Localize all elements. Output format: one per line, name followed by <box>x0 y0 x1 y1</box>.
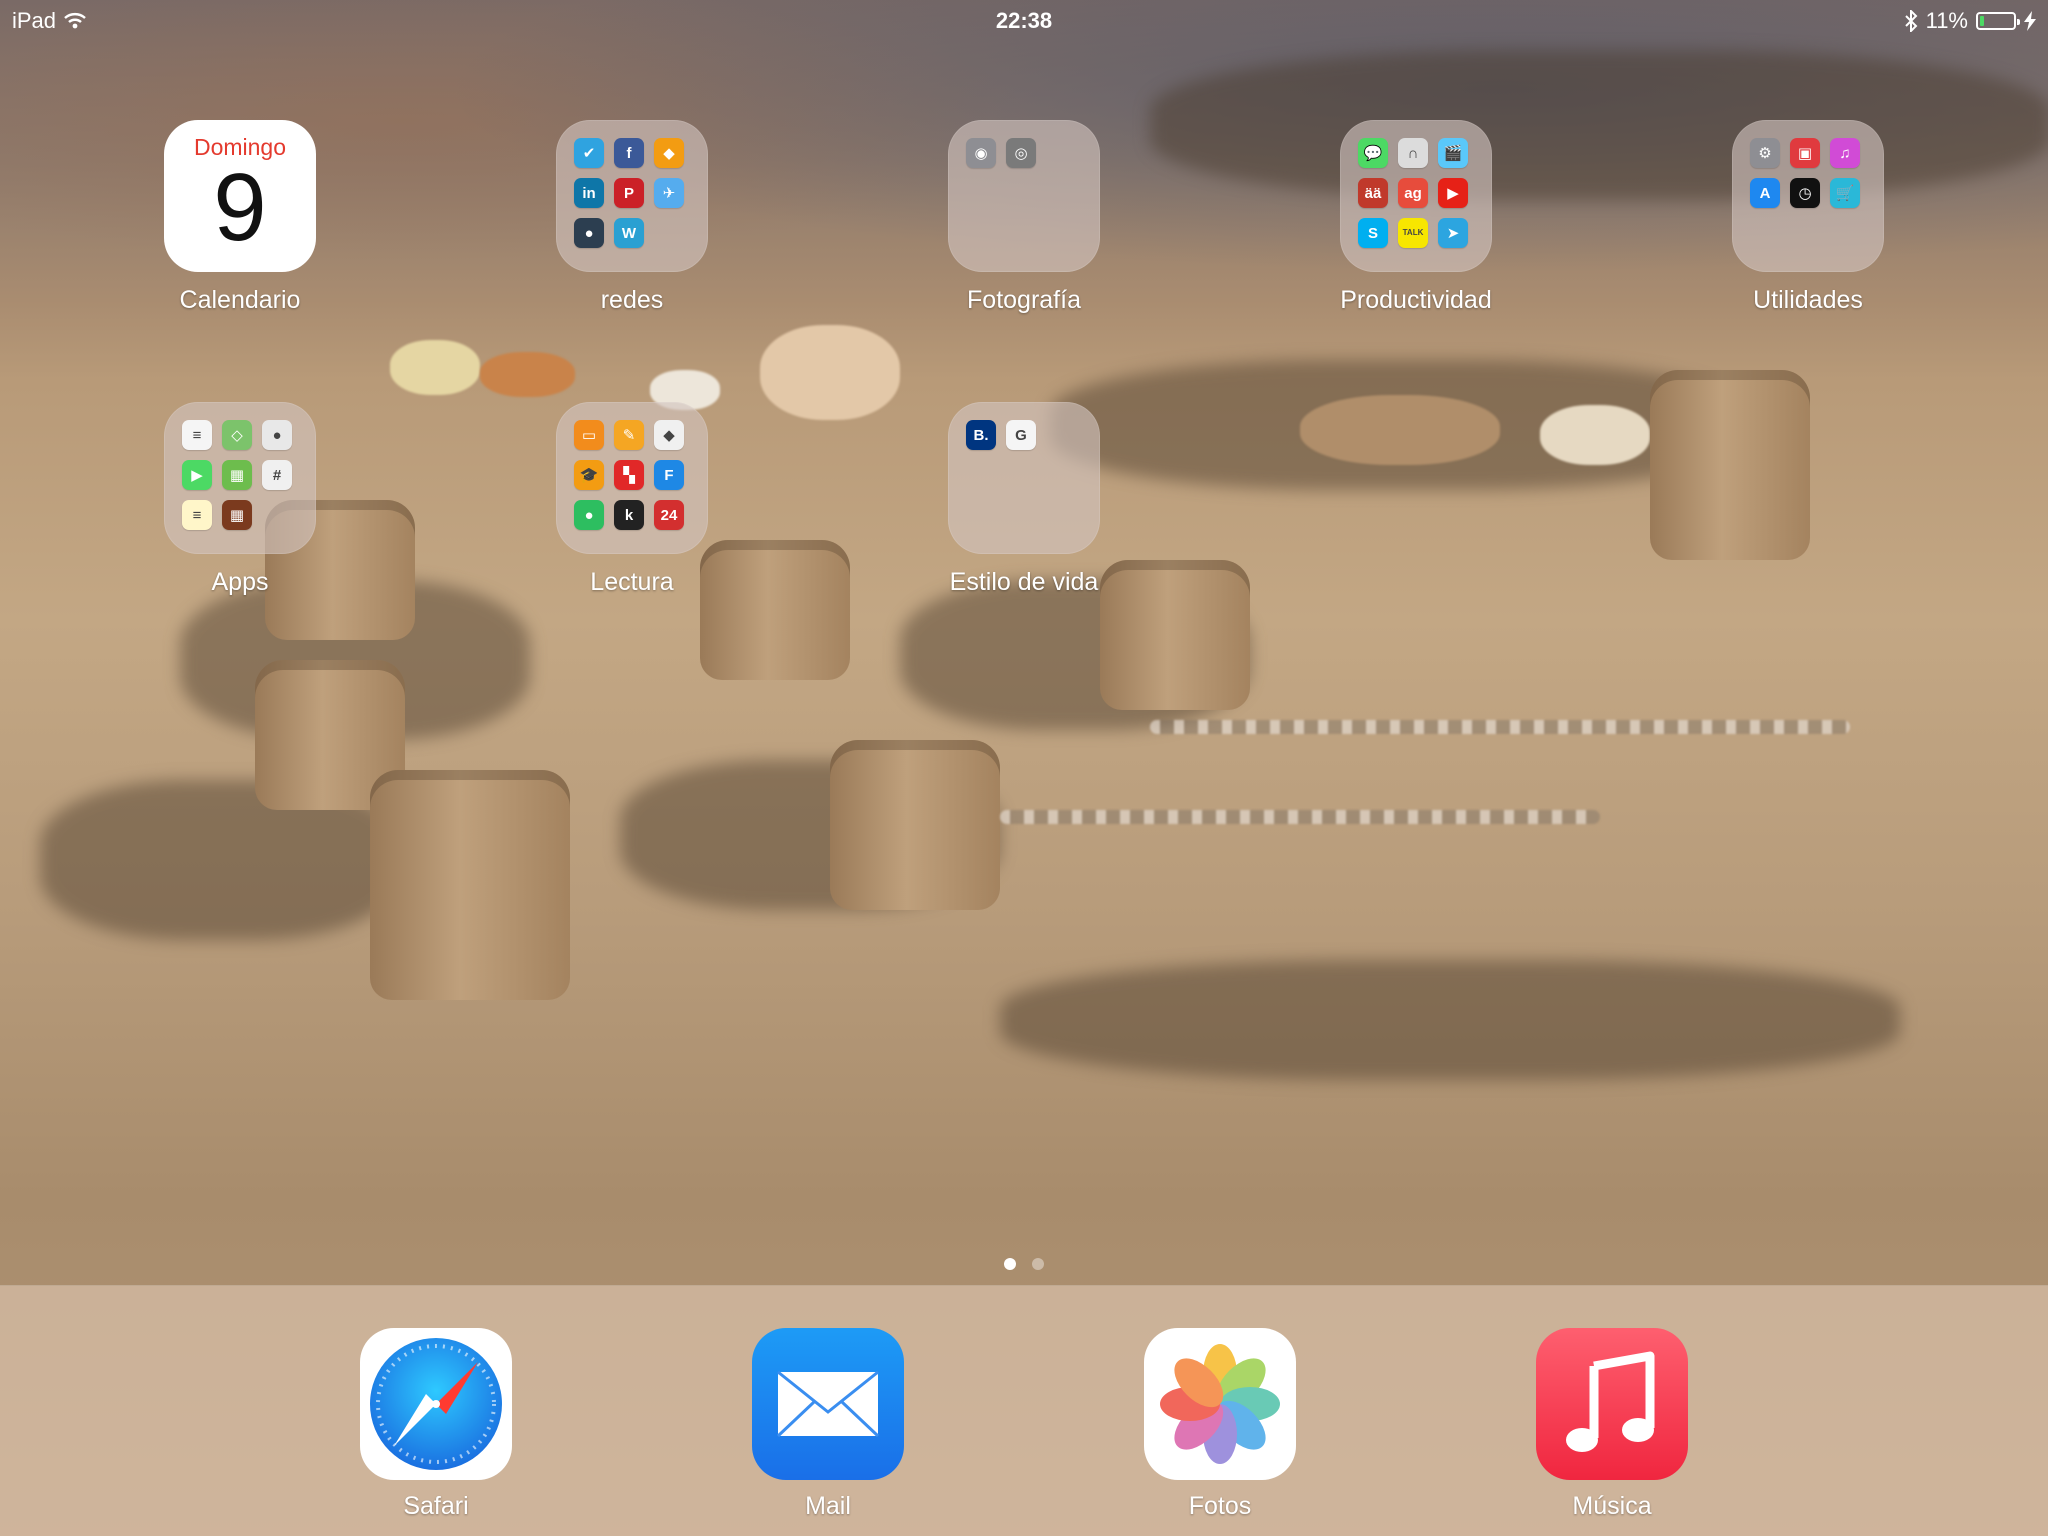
mail-app[interactable]: Mail <box>752 1328 904 1521</box>
folder-estilo-de-vida-icon[interactable]: B. G <box>948 402 1100 554</box>
messages-icon: 💬 <box>1358 138 1388 168</box>
safari-icon[interactable] <box>360 1328 512 1480</box>
kindle-icon: k <box>614 500 644 530</box>
flipboard-icon: ▚ <box>614 460 644 490</box>
keyboard-app-icon: ää <box>1358 178 1388 208</box>
tasks-app-icon: ✔ <box>574 138 604 168</box>
skype-icon: S <box>1358 218 1388 248</box>
folder-redes-icon[interactable]: ✔ f ◆ in P ✈ ● W <box>556 120 708 272</box>
mail-label: Mail <box>805 1492 851 1520</box>
clock-time: 22:38 <box>995 8 1053 33</box>
page-indicator[interactable] <box>0 1258 2048 1270</box>
safari-app[interactable]: Safari <box>360 1328 512 1521</box>
photo-booth-icon: ◎ <box>1006 138 1036 168</box>
folder-redes[interactable]: ✔ f ◆ in P ✈ ● W redes <box>556 120 708 315</box>
youtube-icon: ▶ <box>1438 178 1468 208</box>
photo-collage-icon: ▦ <box>222 500 252 530</box>
f-app-icon: F <box>654 460 684 490</box>
g-app-icon: G <box>1006 420 1036 450</box>
ibooks-icon: ▭ <box>574 420 604 450</box>
folder-lectura-label: Lectura <box>590 568 674 596</box>
notes-icon: ≡ <box>182 500 212 530</box>
itunes-store-icon: ♫ <box>1830 138 1860 168</box>
mail-icon[interactable] <box>752 1328 904 1480</box>
itunes-u-icon: 🎓 <box>574 460 604 490</box>
folder-productividad-icon[interactable]: 💬 ∩ 🎬 ää ag ▶ S TALK ➤ <box>1340 120 1492 272</box>
camera-icon: ◉ <box>966 138 996 168</box>
battery-icon <box>1976 12 2020 30</box>
orange-app-icon: ◆ <box>654 138 684 168</box>
folder-utilidades[interactable]: ⚙ ▣ ♫ A ◷ 🛒 Utilidades <box>1732 120 1884 315</box>
kakaotalk-icon: TALK <box>1398 218 1428 248</box>
charging-bolt-icon <box>2024 11 2036 31</box>
shopping-cart-icon: 🛒 <box>1830 178 1860 208</box>
folder-redes-label: redes <box>600 286 664 314</box>
fotos-label: Fotos <box>1188 1492 1252 1520</box>
pinterest-icon: P <box>614 178 644 208</box>
maps-icon: ◇ <box>222 420 252 450</box>
folder-lectura[interactable]: ▭ ✎ ◆ 🎓 ▚ F ● k 24 Lectura <box>556 402 708 597</box>
calendar-label: Calendario <box>179 286 301 314</box>
folder-estilo-de-vida[interactable]: B. G Estilo de vida <box>948 402 1100 597</box>
folder-utilidades-icon[interactable]: ⚙ ▣ ♫ A ◷ 🛒 <box>1732 120 1884 272</box>
pages-icon: ✎ <box>614 420 644 450</box>
feedly-icon: ◆ <box>654 420 684 450</box>
folder-fotografia-icon[interactable]: ◉ ◎ <box>948 120 1100 272</box>
battery-level-fill <box>1980 16 1984 26</box>
battery-percentage: 11% <box>1925 8 1968 33</box>
fotos-app[interactable]: Fotos <box>1144 1328 1296 1521</box>
app-store-icon: A <box>1750 178 1780 208</box>
clock-icon: ◷ <box>1790 178 1820 208</box>
safari-label: Safari <box>403 1492 469 1520</box>
calendar-icon[interactable]: Domingo 9 <box>164 120 316 272</box>
facetime-icon: ▶ <box>182 460 212 490</box>
calendar-day-number: 9 <box>213 154 267 261</box>
reminders-icon: ≡ <box>182 420 212 450</box>
bluetooth-icon <box>1904 10 1918 32</box>
wordpress-icon: W <box>614 218 644 248</box>
photos-app-icon: ▦ <box>222 460 252 490</box>
telegram-icon: ➤ <box>1438 218 1468 248</box>
folder-apps[interactable]: ≡ ◇ ● ▶ ▦ # ≡ ▦ Apps <box>164 402 316 597</box>
folder-utilidades-label: Utilidades <box>1753 286 1863 314</box>
settings-icon: ⚙ <box>1750 138 1780 168</box>
folder-estilo-de-vida-label: Estilo de vida <box>949 568 1099 596</box>
folder-apps-label: Apps <box>211 568 269 596</box>
musica-label: Música <box>1572 1492 1652 1520</box>
news-24-icon: 24 <box>654 500 684 530</box>
photos-icon[interactable] <box>1144 1328 1296 1480</box>
calendar-app[interactable]: Domingo 9 Calendario <box>164 120 316 315</box>
dock: Safari Mail Fotos Música <box>0 1286 2048 1536</box>
redes-2014-icon: # <box>262 460 292 490</box>
folder-apps-icon[interactable]: ≡ ◇ ● ▶ ▦ # ≡ ▦ <box>164 402 316 554</box>
folder-fotografia[interactable]: ◉ ◎ Fotografía <box>948 120 1100 315</box>
page-dot-2[interactable] <box>1032 1258 1044 1270</box>
clapperboard-icon: 🎬 <box>1438 138 1468 168</box>
game-center-icon: ● <box>262 420 292 450</box>
headphones-app-icon: ∩ <box>1398 138 1428 168</box>
tapbots-icon: ● <box>574 218 604 248</box>
musica-app[interactable]: Música <box>1536 1328 1688 1521</box>
red-app-icon: ▣ <box>1790 138 1820 168</box>
linkedin-icon: in <box>574 178 604 208</box>
folder-lectura-icon[interactable]: ▭ ✎ ◆ 🎓 ▚ F ● k 24 <box>556 402 708 554</box>
twitter-icon: ✈ <box>654 178 684 208</box>
status-bar: iPad 22:38 11% <box>0 0 2048 40</box>
folder-productividad-label: Productividad <box>1340 286 1492 314</box>
evernote-icon: ● <box>574 500 604 530</box>
music-icon[interactable] <box>1536 1328 1688 1480</box>
booking-icon: B. <box>966 420 996 450</box>
folder-productividad[interactable]: 💬 ∩ 🎬 ää ag ▶ S TALK ➤ Productividad <box>1340 120 1492 315</box>
facebook-icon: f <box>614 138 644 168</box>
page-dot-1[interactable] <box>1004 1258 1016 1270</box>
folder-fotografia-label: Fotografía <box>967 286 1081 314</box>
app-gratis-icon: ag <box>1398 178 1428 208</box>
